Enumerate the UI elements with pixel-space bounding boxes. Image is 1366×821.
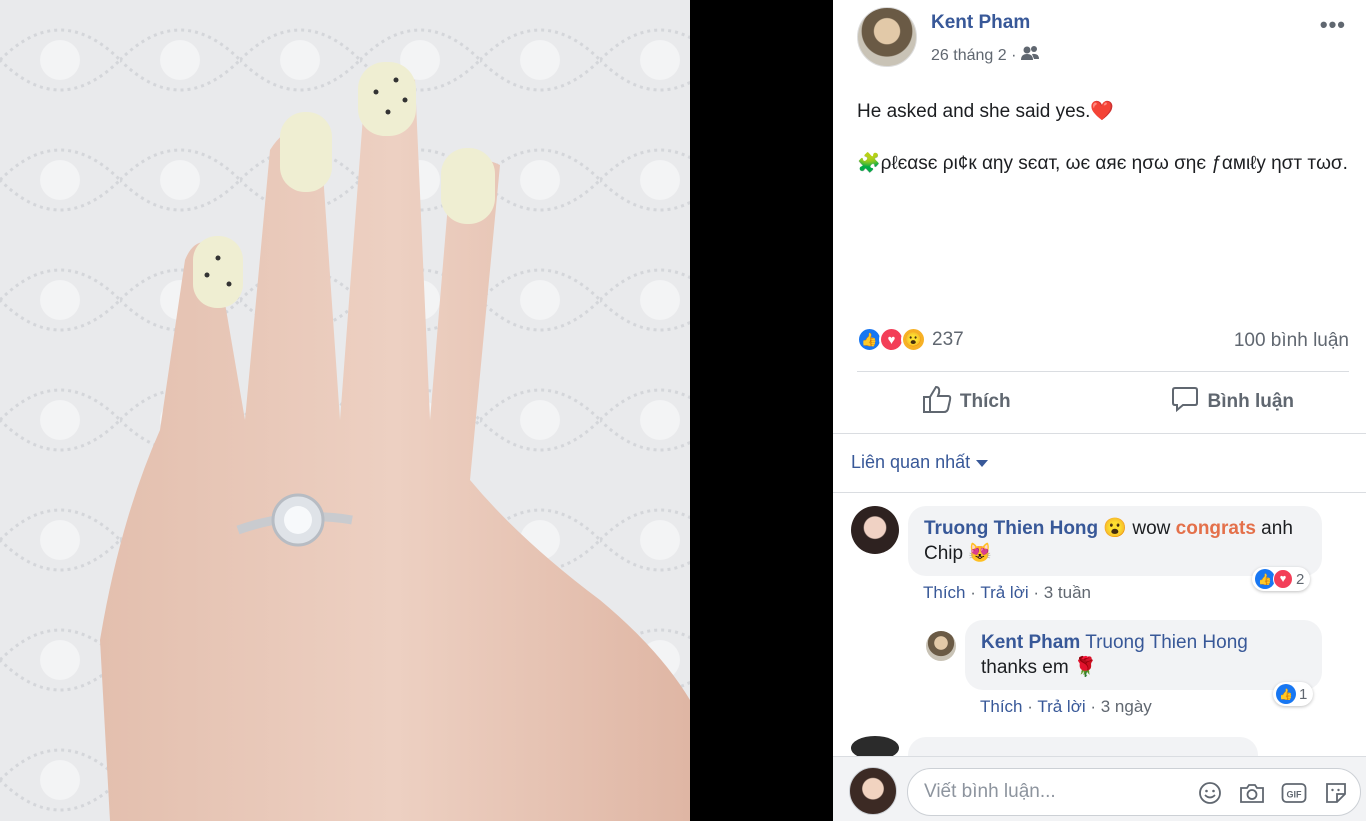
like-reaction-icon: 👍 (1255, 569, 1275, 589)
comment-composer: GIF (833, 756, 1366, 821)
love-reaction-icon: ♥ (1273, 569, 1293, 589)
reply-reply-link[interactable]: Trả lời (1037, 697, 1085, 716)
post-date[interactable]: 26 tháng 2 · (931, 47, 1016, 65)
comment-count[interactable]: 100 bình luận (1234, 330, 1349, 352)
more-options-icon[interactable]: ••• (1320, 12, 1346, 38)
post-actions: Thích Bình luận (833, 378, 1366, 426)
comment-reaction-count: 2 (1296, 570, 1305, 588)
post-meta: 26 tháng 2 · (931, 45, 1040, 66)
caret-down-icon (976, 452, 989, 473)
post-line-2: 🧩ρℓєαѕє ρι¢к αηу ѕєαт, ωє αяє ησω σηє ƒα… (857, 153, 1348, 174)
composer-icons: GIF (1196, 780, 1350, 806)
reply-text: thanks em 🌹 (981, 657, 1098, 678)
friends-icon (1020, 45, 1040, 66)
ring-hand-photo (0, 0, 690, 821)
comment-actions: Thích · Trả lời · 3 tuần (923, 583, 1092, 602)
reply-actions: Thích · Trả lời · 3 ngày (980, 697, 1152, 716)
commenter-avatar[interactable] (851, 506, 899, 554)
photo-letterbox (690, 0, 833, 821)
like-button[interactable]: Thích (833, 378, 1100, 426)
current-user-avatar (849, 767, 897, 815)
post-photo[interactable] (0, 0, 690, 821)
reply-reaction-count: 1 (1299, 685, 1308, 703)
like-reaction-icon: 👍 (1276, 684, 1296, 704)
replier-name[interactable]: Kent Pham (981, 632, 1080, 653)
comment-bubble (908, 737, 1258, 757)
sticker-icon[interactable] (1322, 780, 1350, 806)
comment-input-box[interactable]: GIF (907, 768, 1361, 816)
like-label: Thích (959, 391, 1011, 412)
reply-like-link[interactable]: Thích (980, 697, 1023, 716)
emoji-icon[interactable] (1196, 780, 1224, 806)
commenter-name[interactable]: Truong Thien Hong (924, 518, 1098, 539)
reply-time[interactable]: 3 ngày (1101, 697, 1152, 716)
speech-bubble-icon (1171, 385, 1199, 419)
post-message: He asked and she said yes.❤️ 🧩ρℓєαѕє ρι¢… (857, 98, 1352, 202)
post-panel: Kent Pham 26 tháng 2 · ••• He asked and … (833, 0, 1366, 821)
reaction-count: 237 (932, 328, 964, 350)
thumbs-up-icon (922, 385, 952, 419)
author-avatar[interactable] (857, 7, 917, 67)
post-line-1: He asked and she said yes.❤️ (857, 101, 1115, 122)
comment-button[interactable]: Bình luận (1100, 378, 1366, 426)
sort-label: Liên quan nhất (851, 452, 971, 472)
comment-label: Bình luận (1207, 391, 1295, 412)
comment-reply-link[interactable]: Trả lời (980, 583, 1028, 602)
reply-bubble: Kent Pham Truong Thien Hong thanks em 🌹 (965, 620, 1322, 690)
reply-mention[interactable]: Truong Thien Hong (1085, 632, 1248, 653)
replier-avatar[interactable] (926, 631, 956, 661)
comment-text: 😮 wow (1098, 518, 1176, 539)
camera-icon[interactable] (1238, 780, 1266, 806)
comment-time[interactable]: 3 tuần (1044, 583, 1091, 602)
divider (833, 433, 1366, 434)
reaction-summary[interactable]: 👍 ♥ 😮 237 (857, 327, 964, 352)
wow-reaction-icon: 😮 (901, 327, 926, 352)
comment-input[interactable] (924, 779, 1184, 805)
divider (857, 371, 1349, 372)
comment-bubble: Truong Thien Hong 😮 wow congrats anh Chi… (908, 506, 1322, 576)
comment-sort-dropdown[interactable]: Liên quan nhất (851, 452, 989, 473)
reply-reactions-badge[interactable]: 👍 1 (1273, 682, 1314, 706)
gif-icon[interactable]: GIF (1280, 780, 1308, 806)
author-name[interactable]: Kent Pham (931, 12, 1030, 34)
comment-reactions-badge[interactable]: 👍 ♥ 2 (1252, 567, 1311, 591)
comment-like-link[interactable]: Thích (923, 583, 966, 602)
svg-text:GIF: GIF (1287, 790, 1303, 800)
comment-highlight: congrats (1175, 518, 1256, 539)
divider (833, 492, 1366, 493)
